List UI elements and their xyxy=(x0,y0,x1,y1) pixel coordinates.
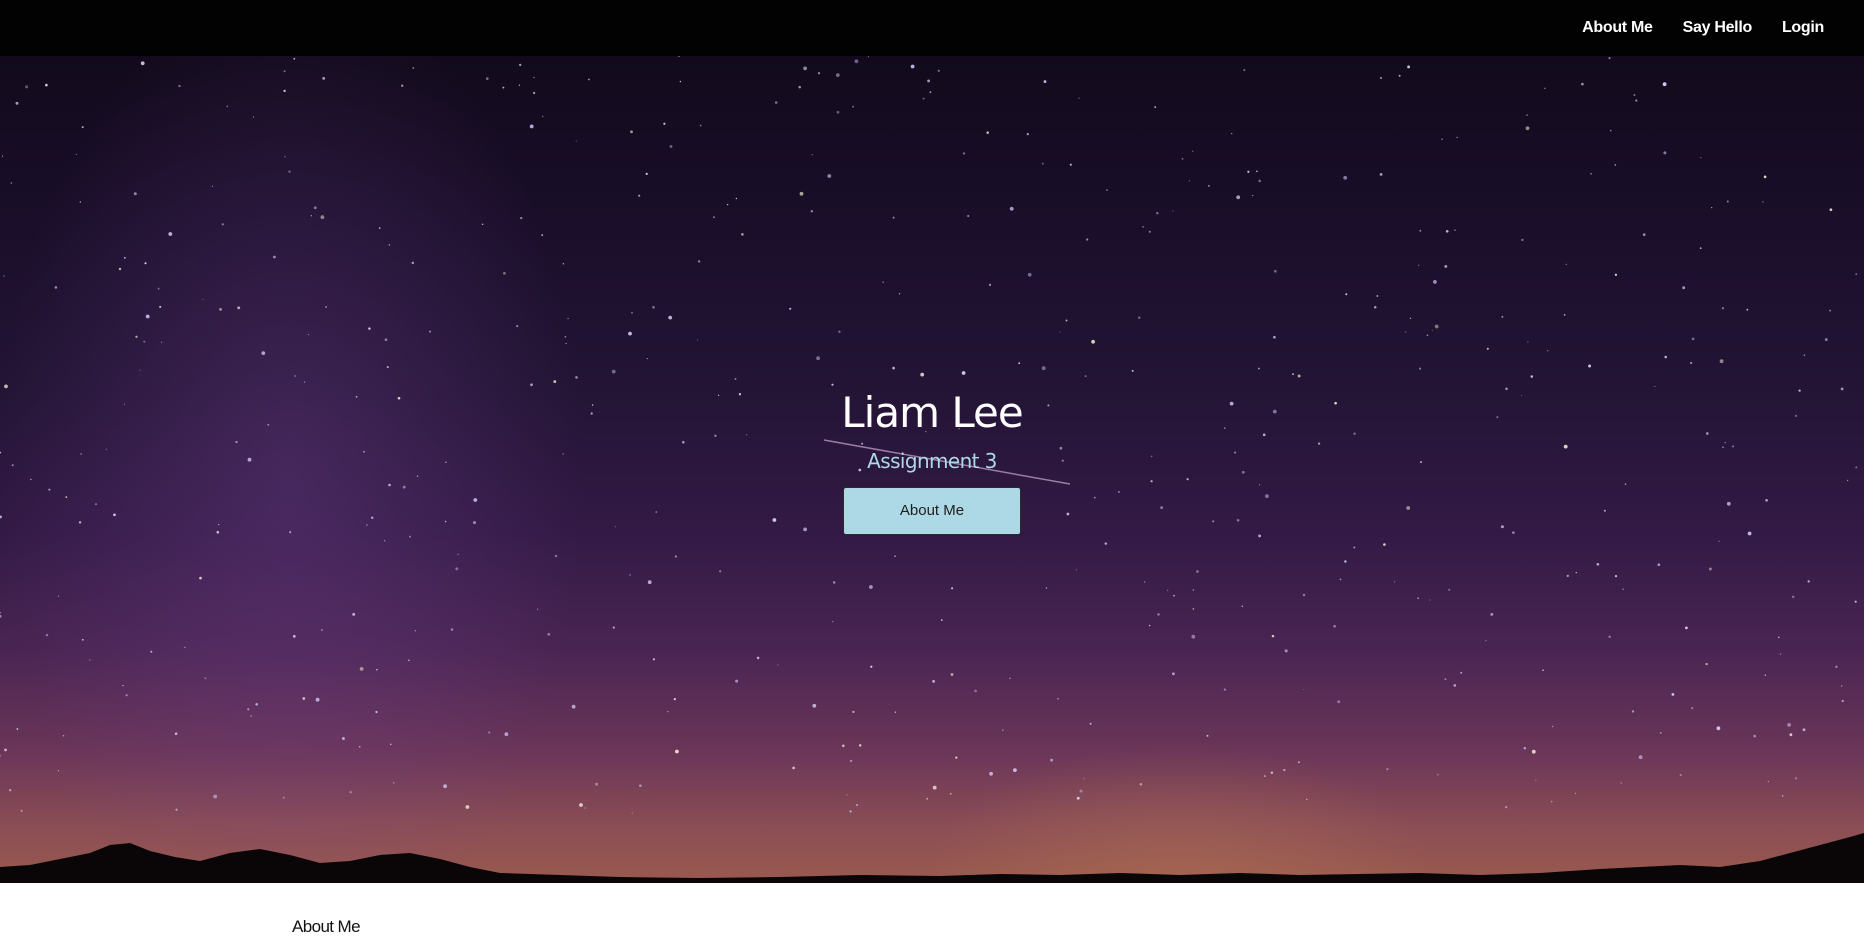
nav-link-login[interactable]: Login xyxy=(1782,19,1824,37)
mountain-silhouette xyxy=(0,833,1864,883)
hero-content: Liam Lee Assignment 3 About Me xyxy=(0,388,1864,535)
hero-banner: Liam Lee Assignment 3 About Me xyxy=(0,56,1864,883)
hero-title: Liam Lee xyxy=(841,388,1023,437)
nav-link-say-hello[interactable]: Say Hello xyxy=(1683,19,1753,37)
top-navbar: About Me Say Hello Login xyxy=(0,0,1864,56)
about-heading: About Me xyxy=(292,917,361,936)
nav-link-about-me[interactable]: About Me xyxy=(1582,19,1653,37)
about-me-button[interactable]: About Me xyxy=(843,487,1021,535)
about-section: About Me xyxy=(0,883,1864,939)
hero-subtitle: Assignment 3 xyxy=(867,449,997,473)
